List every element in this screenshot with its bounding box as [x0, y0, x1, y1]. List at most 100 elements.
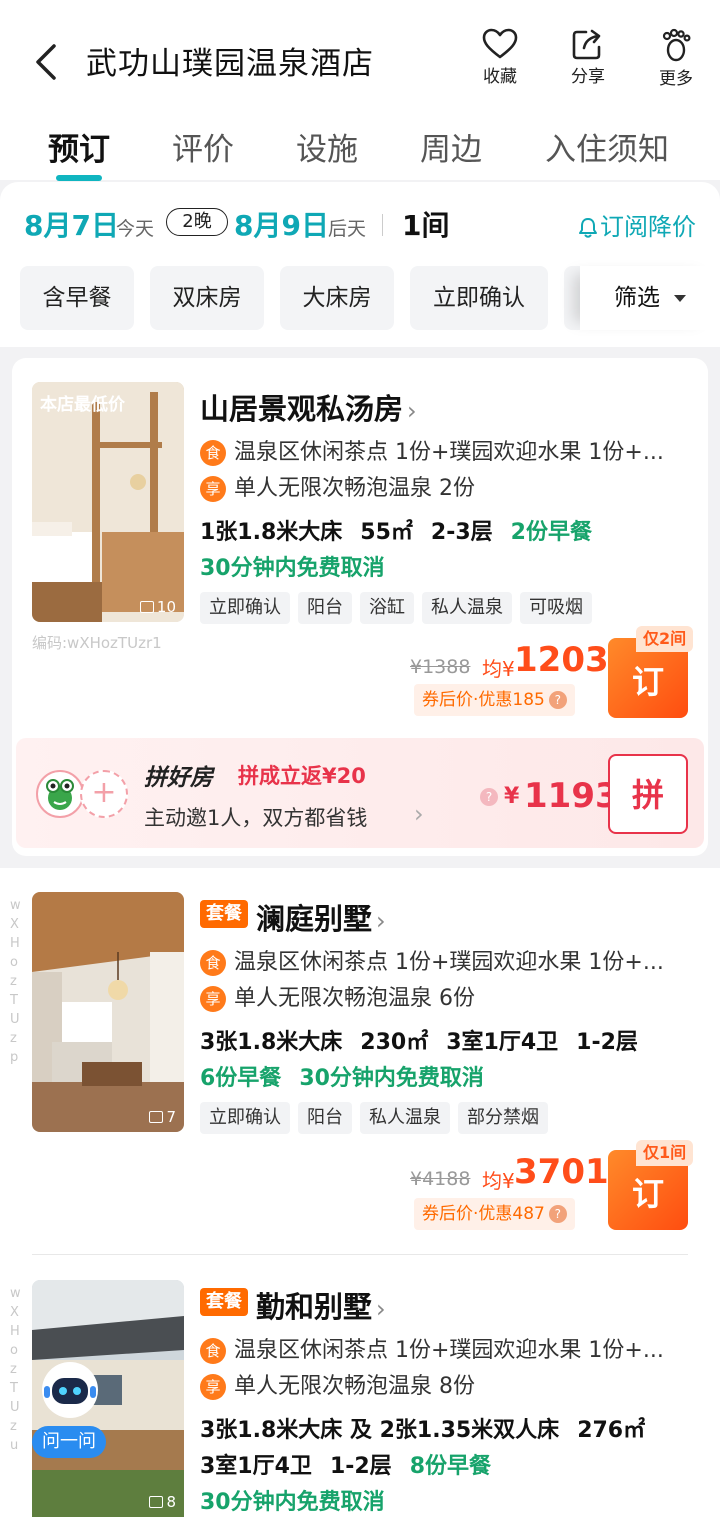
- ask-button[interactable]: 问一问: [32, 1426, 106, 1458]
- food-icon: 食: [200, 1338, 226, 1364]
- filter-label: 筛选: [614, 285, 660, 311]
- layout-spec: 3室1厅4卫: [200, 1454, 312, 1479]
- image-icon: [139, 601, 154, 613]
- floor-spec: 2-3层: [430, 520, 493, 545]
- share-button[interactable]: 分享: [558, 28, 618, 87]
- chevron-right-icon: ›: [376, 1295, 386, 1323]
- photo-count-value: 10: [156, 598, 176, 616]
- chevron-right-icon: ›: [414, 800, 424, 828]
- room-name-link[interactable]: 山居景观私汤房 ›: [200, 386, 417, 428]
- perk-item: 食温泉区休闲茶点 1份+璞园欢迎水果 1份+...: [200, 944, 682, 976]
- room-name-link[interactable]: 澜庭别墅 ›: [256, 896, 386, 938]
- avg-price-prefix: 均¥: [482, 657, 515, 681]
- group-brand: 拼好房: [144, 765, 213, 791]
- plus-icon[interactable]: +: [80, 770, 128, 818]
- room-price: 1203: [514, 640, 609, 680]
- share-label: 分享: [571, 67, 605, 87]
- room-specs: 3张1.8米大床 230㎡ 3室1厅4卫 1-2层: [200, 1024, 656, 1056]
- filter-chips: 含早餐 双床房 大床房 立即确认 双 筛选: [20, 266, 720, 330]
- original-price: ¥1388: [410, 656, 471, 678]
- perk-item: 享单人无限次畅泡温泉 8份: [200, 1368, 682, 1400]
- divider: [32, 1254, 688, 1255]
- checkin-day: 今天: [116, 218, 155, 240]
- room-specs-2: 3室1厅4卫 1-2层 8份早餐: [200, 1448, 491, 1480]
- enjoy-icon: 享: [200, 986, 226, 1012]
- package-badge: 套餐: [200, 900, 248, 928]
- tab-reviews[interactable]: 评价: [172, 124, 234, 169]
- hotel-title: 武功山璞园温泉酒店: [86, 46, 374, 82]
- perk-text: 单人无限次畅泡温泉 6份: [234, 986, 475, 1011]
- filter-button[interactable]: 筛选: [580, 266, 720, 330]
- frog-mascot-icon: [46, 779, 74, 810]
- date-selector[interactable]: 8月7日 今天 2晚 8月9日 后天 1间 订阅降价: [24, 202, 696, 246]
- breakfast-spec: 8份早餐: [409, 1454, 491, 1479]
- room-count[interactable]: 1间: [402, 204, 449, 244]
- room-photo-illustration: [32, 382, 184, 622]
- food-icon: 食: [200, 950, 226, 976]
- favorite-label: 收藏: [483, 67, 517, 87]
- question-icon[interactable]: ?: [480, 788, 498, 806]
- watermark-code: 编码:wXHozTUzr1: [32, 634, 162, 652]
- header: 武功山璞园温泉酒店 收藏 分享 更多 预订 评价 设施 周边 入住须知: [0, 0, 720, 181]
- tab-nearby[interactable]: 周边: [420, 124, 482, 169]
- checkout-date[interactable]: 8月9日: [234, 204, 329, 244]
- enjoy-icon: 享: [200, 476, 226, 502]
- room-photo[interactable]: 本店最低价 10: [32, 382, 184, 622]
- only-left-badge: 仅2间: [636, 626, 694, 652]
- perk-item: 享单人无限次畅泡温泉 2份: [200, 470, 682, 502]
- bell-icon: [579, 218, 597, 238]
- chip-king-bed[interactable]: 大床房: [280, 266, 394, 330]
- subscribe-price-drop-button[interactable]: 订阅降价: [578, 207, 696, 242]
- room-tags: 立即确认 阳台 私人温泉 部分禁烟: [200, 1102, 556, 1134]
- chevron-right-icon: ›: [376, 907, 386, 935]
- room-name: 山居景观私汤房: [200, 392, 404, 426]
- tab-checkin-notes[interactable]: 入住须知: [545, 124, 669, 169]
- free-cancel-text: 30分钟内免费取消: [200, 556, 385, 581]
- tag: 立即确认: [200, 592, 290, 624]
- room-name-link[interactable]: 勤和别墅 ›: [256, 1284, 386, 1326]
- more-label: 更多: [659, 69, 693, 89]
- checkin-date[interactable]: 8月7日: [24, 204, 119, 244]
- photo-count: 10: [139, 598, 176, 616]
- only-left-badge: 仅1间: [636, 1140, 694, 1166]
- chip-twin-bed[interactable]: 双床房: [150, 266, 264, 330]
- room-specs: 3张1.8米大床 及 2张1.35米双人床 276㎡: [200, 1412, 645, 1444]
- heart-icon: [482, 28, 518, 59]
- tab-bar: 预订 评价 设施 周边 入住须知: [0, 124, 720, 181]
- currency-symbol: ¥: [504, 784, 520, 809]
- coupon-price[interactable]: 券后价·优惠487?: [414, 1198, 575, 1230]
- lowest-price-badge: 本店最低价: [40, 395, 125, 415]
- bed-spec: 3张1.8米大床: [200, 1030, 343, 1055]
- tab-facilities[interactable]: 设施: [296, 124, 358, 169]
- room-name: 澜庭别墅: [256, 902, 373, 936]
- chip-instant-confirm[interactable]: 立即确认: [410, 266, 548, 330]
- image-icon: [149, 1111, 164, 1123]
- free-cancel-text: 30分钟内免费取消: [200, 1490, 385, 1515]
- more-button[interactable]: 更多: [646, 28, 706, 89]
- floor-spec: 1-2层: [576, 1030, 638, 1055]
- area-spec: 230㎡: [360, 1030, 429, 1055]
- free-cancel-text: 30分钟内免费取消: [299, 1066, 484, 1091]
- bed-spec: 3张1.8米大床 及 2张1.35米双人床: [200, 1418, 560, 1443]
- area-spec: 276㎡: [577, 1418, 646, 1443]
- question-icon: ?: [548, 1205, 567, 1223]
- robot-assistant-icon[interactable]: [38, 1358, 102, 1422]
- group-subtitle: 主动邀1人，双方都省钱: [144, 806, 368, 830]
- enjoy-icon: 享: [200, 1374, 226, 1400]
- chip-breakfast[interactable]: 含早餐: [20, 266, 134, 330]
- group-buy-banner[interactable]: + 拼好房 拼成立返¥20 主动邀1人，双方都省钱 › ? ¥ 1193 拼: [16, 738, 704, 848]
- room-photo[interactable]: 7: [32, 892, 184, 1132]
- tab-booking[interactable]: 预订: [48, 124, 110, 169]
- breakfast-spec: 6份早餐: [200, 1066, 282, 1091]
- coupon-text: 券后价·优惠185: [422, 690, 545, 710]
- room-card[interactable]: 本店最低价 10 编码:wXHozTUzr1 山居景观私汤房 › 食温泉区休闲茶点…: [12, 358, 708, 856]
- floor-spec: 1-2层: [329, 1454, 392, 1479]
- nights-badge: 2晚: [166, 208, 228, 236]
- back-arrow-icon[interactable]: [30, 42, 66, 82]
- checkout-day: 后天: [328, 218, 367, 240]
- footprint-icon: [662, 28, 691, 62]
- coupon-price[interactable]: 券后价·优惠185?: [414, 684, 575, 716]
- favorite-button[interactable]: 收藏: [470, 28, 530, 87]
- tag: 立即确认: [200, 1102, 290, 1134]
- group-buy-button[interactable]: 拼: [608, 754, 688, 834]
